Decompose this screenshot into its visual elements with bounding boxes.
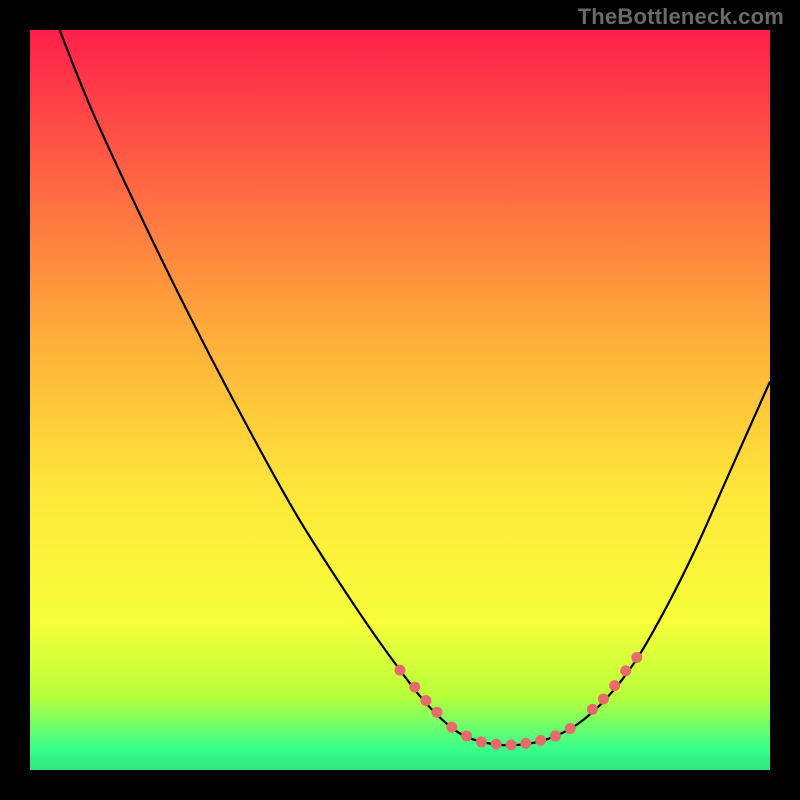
highlight-point [432,707,443,718]
highlight-point [409,682,420,693]
highlight-point [631,652,642,663]
watermark-label: TheBottleneck.com [578,4,784,30]
highlight-point [491,739,502,750]
highlight-point [395,665,406,676]
highlight-point [620,665,631,676]
highlight-point [506,739,517,750]
highlight-point [520,738,531,749]
highlight-point [598,693,609,704]
highlight-point [476,736,487,747]
highlight-point [550,730,561,741]
plot-area [30,30,770,770]
highlight-point [565,723,576,734]
highlight-point [461,730,472,741]
chart-frame: TheBottleneck.com [0,0,800,800]
highlight-point [446,722,457,733]
highlight-point [420,695,431,706]
highlight-point [609,680,620,691]
gradient-background [30,30,770,770]
highlight-point [587,704,598,715]
chart-svg [30,30,770,770]
highlight-point [535,735,546,746]
